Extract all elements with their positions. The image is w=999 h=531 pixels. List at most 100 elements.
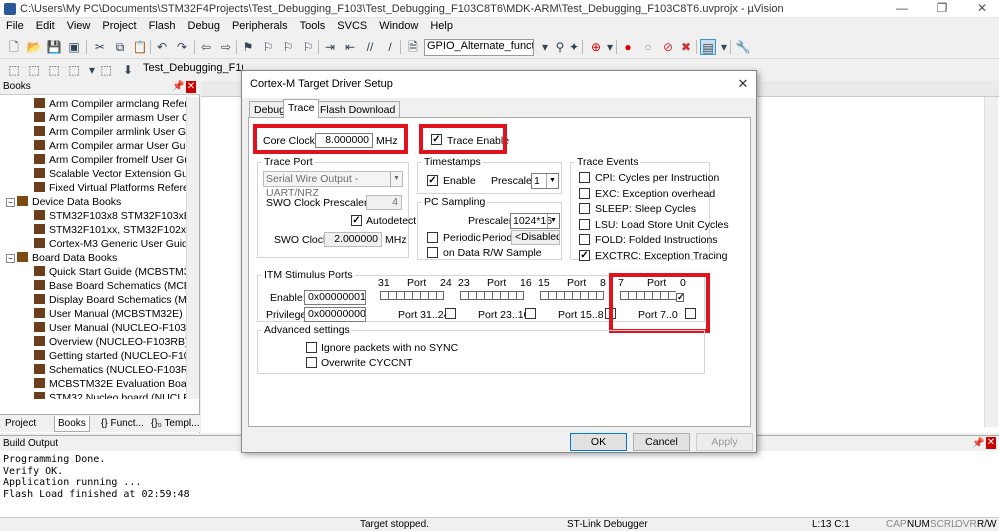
itm-privilege-checkbox[interactable] [445,308,456,319]
stop-build-icon[interactable]: ⬚ [98,62,114,78]
book-item[interactable]: Overview (NUCLEO-F103RB) [0,335,186,349]
book-item[interactable]: Cortex-M3 Generic User Guide [0,237,186,251]
trace-event-checkbox[interactable] [579,172,590,183]
window-layout-icon[interactable]: ▤ [700,39,716,55]
indent-icon[interactable]: ⇥ [322,39,338,55]
menu-edit[interactable]: Edit [30,18,61,34]
menu-svcs[interactable]: SVCS [331,18,373,34]
comment-icon[interactable]: // [362,39,378,55]
trace-event-checkbox[interactable] [579,218,590,230]
book-item[interactable]: Quick Start Guide (MCBSTM32E) [0,265,186,279]
build-close-icon[interactable]: ✕ [986,437,996,449]
itm-privilege-checkbox[interactable] [525,308,536,319]
itm-bit-checkbox[interactable] [572,291,580,300]
build-icon[interactable]: ⬚ [26,62,42,78]
cut-icon[interactable]: ✂ [92,39,108,55]
book-item[interactable]: STM32F101xx, STM32F102xx, STI [0,223,186,237]
itm-bit-checkbox[interactable] [484,291,492,300]
book-group[interactable]: − Device Data Books [0,195,186,209]
book-item[interactable]: Arm Compiler armclang Referer [0,97,186,111]
itm-bit-checkbox[interactable] [460,291,468,300]
dialog-close-button[interactable]: ✕ [734,75,752,93]
itm-bit-checkbox[interactable] [556,291,564,300]
batch-build-icon[interactable]: ⬚ [66,62,82,78]
tab-project[interactable]: Project [2,416,39,432]
trace-event-checkbox[interactable]: ✓ [579,249,590,261]
itm-bit-checkbox[interactable] [588,291,596,300]
book-item[interactable]: Arm Compiler armar User Guide [0,139,186,153]
itm-bit-checkbox[interactable] [516,291,524,300]
itm-bit-checkbox[interactable] [380,291,388,300]
close-panel-icon[interactable]: ✕ [186,81,196,93]
debug-tool-icon[interactable]: ✦ [566,39,582,55]
save-icon[interactable]: 💾 [46,39,62,55]
open-file-icon[interactable]: 📂 [26,39,42,55]
collapse-icon[interactable]: − [6,254,15,263]
trace-event-checkbox[interactable] [579,234,590,245]
book-group[interactable]: − Board Data Books [0,251,186,265]
book-item[interactable]: STM32F103x8 STM32F103xB Dat [0,209,186,223]
undo-icon[interactable]: ↶ [154,39,170,55]
configure-icon[interactable]: 🔧 [735,39,751,55]
book-item[interactable]: Arm Compiler fromelf User Guic [0,153,186,167]
itm-bit-checkbox[interactable] [580,291,588,300]
new-file-icon[interactable]: 🗋 [6,39,22,55]
book-item[interactable]: Fixed Virtual Platforms Referen [0,181,186,195]
tab-books[interactable]: Books [54,416,90,432]
tab-templates[interactable]: {}₀ Templ... [148,416,202,432]
itm-bit-checkbox[interactable] [468,291,476,300]
kill-all-breakpoints-icon[interactable]: ✖ [678,39,694,55]
menu-flash[interactable]: Flash [143,18,182,34]
tab-trace[interactable]: Trace [283,99,320,118]
redo-icon[interactable]: ↷ [174,39,190,55]
itm-bit-checkbox[interactable] [396,291,404,300]
collapse-icon[interactable]: − [6,198,15,207]
itm-bit-checkbox[interactable] [436,291,444,300]
menu-file[interactable]: File [0,18,30,34]
itm-bit-checkbox[interactable] [596,291,604,300]
itm-bit-checkbox[interactable] [404,291,412,300]
overwrite-cyccnt-checkbox[interactable] [306,357,317,368]
editor-scrollbar[interactable] [984,97,998,427]
book-item[interactable]: Base Board Schematics (MCBSTI [0,279,186,293]
unindent-icon[interactable]: ⇤ [342,39,358,55]
book-item[interactable]: Schematics (NUCLEO-F103RB) [0,363,186,377]
timestamps-enable-checkbox[interactable]: ✓ [427,175,438,186]
books-scrollbar[interactable] [186,97,199,399]
tab-flash-download[interactable]: Flash Download [315,101,401,117]
find-in-files-icon[interactable]: 🗎 [405,39,421,55]
itm-bit-checkbox[interactable] [492,291,500,300]
paste-icon[interactable]: 📋 [132,39,148,55]
pc-prescaler-select[interactable]: 1024*16 ▼ [510,213,560,229]
itm-bit-checkbox[interactable] [420,291,428,300]
book-item[interactable]: MCBSTM32E Evaluation Board V [0,377,186,391]
menu-help[interactable]: Help [424,18,459,34]
book-item[interactable]: Arm Compiler armasm User Gui [0,111,186,125]
menu-debug[interactable]: Debug [182,18,226,34]
save-all-icon[interactable]: ▣ [66,39,82,55]
itm-privilege-input[interactable]: 0x00000000 [304,307,366,322]
book-item[interactable]: User Manual (NUCLEO-F103RB) [0,321,186,335]
swo-clock-input[interactable]: 2.000000 [324,232,382,247]
itm-bit-checkbox[interactable] [548,291,556,300]
book-item[interactable]: STM32 Nucleo board (NUCLEO [0,391,186,399]
translate-icon[interactable]: ⬚ [6,62,22,78]
ignore-no-sync-checkbox[interactable] [306,342,317,353]
apply-button[interactable]: Apply [696,433,753,451]
itm-bit-checkbox[interactable] [564,291,572,300]
nav-back-icon[interactable]: ⇦ [198,39,214,55]
copy-icon[interactable]: ⧉ [112,39,128,55]
menu-window[interactable]: Window [373,18,424,34]
on-data-rw-checkbox[interactable] [427,247,438,258]
ok-button[interactable]: OK [570,433,627,451]
menu-view[interactable]: View [61,18,97,34]
find-dropdown-icon[interactable]: ▾ [537,39,553,55]
menu-project[interactable]: Project [96,18,142,34]
disable-breakpoint-icon[interactable]: ○ [640,39,656,55]
rebuild-icon[interactable]: ⬚ [46,62,62,78]
itm-bit-checkbox[interactable] [540,291,548,300]
itm-bit-checkbox[interactable] [476,291,484,300]
menu-peripherals[interactable]: Peripherals [226,18,294,34]
itm-bit-checkbox[interactable] [412,291,420,300]
menu-tools[interactable]: Tools [294,18,332,34]
